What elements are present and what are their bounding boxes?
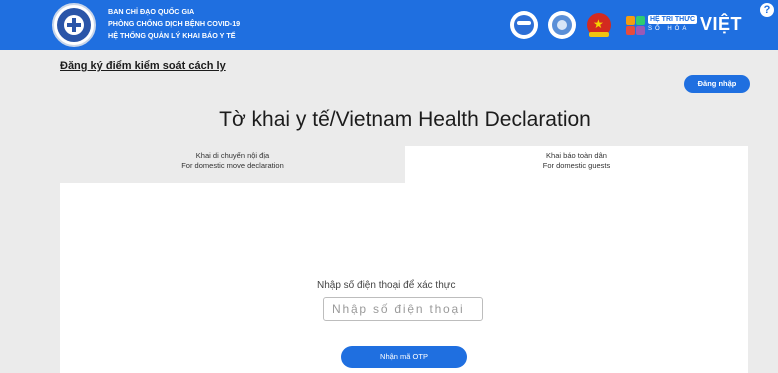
emblem-star-icon: ★ — [593, 17, 604, 31]
puzzle-piece-purple — [636, 26, 645, 35]
tab-sublabel: For domestic guests — [542, 161, 611, 170]
phone-input[interactable] — [323, 297, 483, 321]
puzzle-piece-green — [636, 16, 645, 25]
national-emblem-icon[interactable]: ★ — [585, 11, 613, 39]
ministry-logo[interactable] — [52, 3, 96, 47]
he-tri-thuc-viet-logo[interactable]: HỆ TRI THỨC SỐ HÓA VIỆT — [626, 14, 748, 38]
brand-sub-text: SỐ HÓA — [648, 26, 690, 32]
header-title-line-1: BAN CHỈ ĐẠO QUỐC GIA — [108, 7, 195, 16]
header-title-line-2: PHÒNG CHỐNG DỊCH BỆNH COVID-19 — [108, 19, 241, 28]
get-otp-button[interactable]: Nhận mã OTP — [341, 346, 467, 368]
brand-top-text: HỆ TRI THỨC — [648, 15, 698, 24]
help-icon[interactable]: ? — [760, 3, 774, 17]
logo-cross-horizontal — [67, 23, 81, 27]
login-button[interactable]: Đăng nhập — [684, 75, 750, 93]
form-panel — [60, 183, 748, 373]
puzzle-piece-orange — [626, 16, 635, 25]
partner-logo-2-center — [557, 20, 567, 30]
partner-logo-2[interactable] — [548, 11, 576, 39]
page-title: Tờ khai y tế/Vietnam Health Declaration — [219, 108, 591, 131]
tab-label: Khai báo toàn dân — [546, 151, 607, 160]
puzzle-piece-red — [626, 26, 635, 35]
logo-center — [64, 15, 84, 35]
puzzle-icon — [626, 16, 646, 36]
top-header: BAN CHỈ ĐẠO QUỐC GIA PHÒNG CHỐNG DỊCH BỆ… — [0, 0, 778, 50]
partner-logo-1[interactable] — [510, 11, 538, 39]
emblem-ribbon — [589, 32, 609, 37]
logo-ring — [57, 8, 91, 42]
brand-main-text: VIỆT — [700, 14, 743, 34]
tab-domestic-guests[interactable]: Khai báo toàn dân For domestic guests — [405, 146, 748, 183]
phone-verify-label: Nhập số điện thoại để xác thực — [317, 280, 456, 291]
partner-logo-1-circle — [514, 15, 534, 35]
tab-label: Khai di chuyển nội địa — [195, 151, 270, 160]
tab-domestic-move[interactable]: Khai di chuyển nội địa For domestic move… — [60, 146, 405, 183]
partner-logo-1-wave — [517, 21, 531, 25]
header-title-line-3: HỆ THỐNG QUẢN LÝ KHAI BÁO Y TẾ — [108, 31, 236, 40]
register-quarantine-link[interactable]: Đăng ký điểm kiểm soát cách ly — [60, 60, 226, 72]
tab-sublabel: For domestic move declaration — [181, 161, 284, 170]
